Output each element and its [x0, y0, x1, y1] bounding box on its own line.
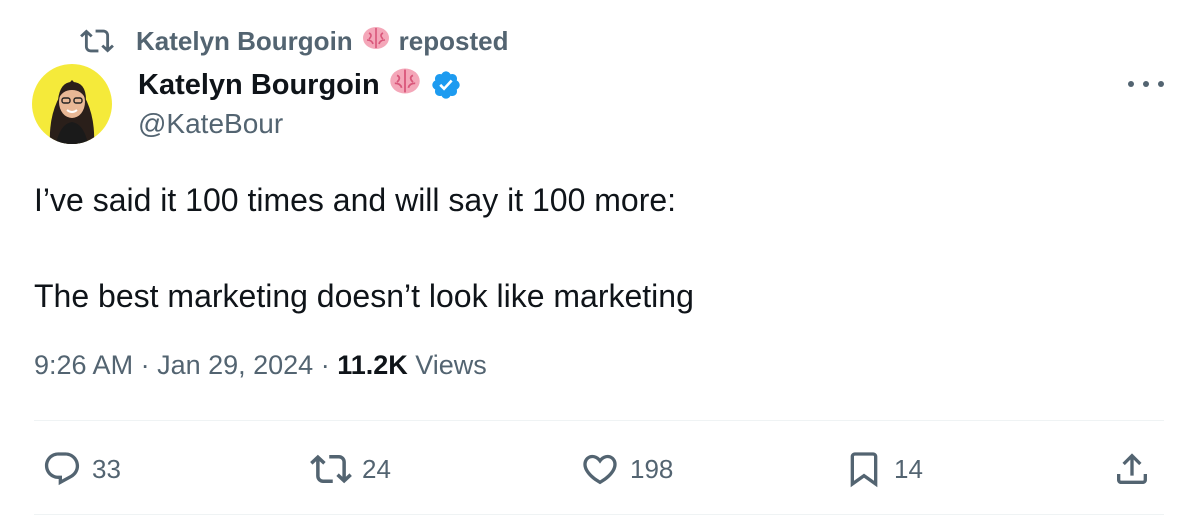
views-count[interactable]: 11.2K: [337, 350, 408, 381]
divider: [34, 420, 1164, 421]
tweet-date[interactable]: Jan 29, 2024: [157, 350, 313, 381]
meta-separator: ·: [313, 350, 338, 380]
brain-emoji-icon: [361, 23, 391, 60]
avatar[interactable]: [32, 64, 112, 144]
tweet-meta: 9:26 AM · Jan 29, 2024 · 11.2K Views: [34, 350, 487, 381]
share-button[interactable]: [1112, 446, 1152, 492]
tweet-text: I’ve said it 100 times and will say it 1…: [34, 182, 694, 314]
repost-banner[interactable]: Katelyn Bourgoin reposted: [80, 24, 508, 58]
heart-icon: [580, 449, 620, 489]
brain-emoji-icon: [388, 64, 422, 106]
meta-separator: ·: [133, 350, 158, 380]
author-display-name[interactable]: Katelyn Bourgoin: [138, 69, 380, 102]
bookmark-count: 14: [894, 453, 923, 484]
reply-count: 33: [92, 453, 121, 484]
like-count: 198: [630, 453, 674, 484]
repost-button[interactable]: 24: [310, 446, 391, 492]
bookmark-button[interactable]: 14: [844, 446, 923, 492]
verified-badge-icon[interactable]: [430, 69, 462, 101]
tweet-time[interactable]: 9:26 AM: [34, 350, 133, 381]
reply-icon: [42, 449, 82, 489]
repost-banner-name[interactable]: Katelyn Bourgoin: [136, 26, 353, 57]
repost-count: 24: [362, 453, 391, 484]
divider: [34, 514, 1164, 515]
more-icon[interactable]: [1128, 72, 1164, 96]
repost-icon: [80, 24, 114, 58]
repost-icon: [310, 448, 352, 490]
author-name-row[interactable]: Katelyn Bourgoin: [138, 66, 462, 104]
bookmark-icon: [844, 449, 884, 489]
views-label: Views: [407, 350, 487, 380]
share-icon: [1112, 449, 1152, 489]
reply-button[interactable]: 33: [42, 446, 121, 492]
like-button[interactable]: 198: [580, 446, 673, 492]
repost-banner-action: reposted: [398, 25, 509, 56]
author-handle[interactable]: @KateBour: [138, 108, 283, 140]
